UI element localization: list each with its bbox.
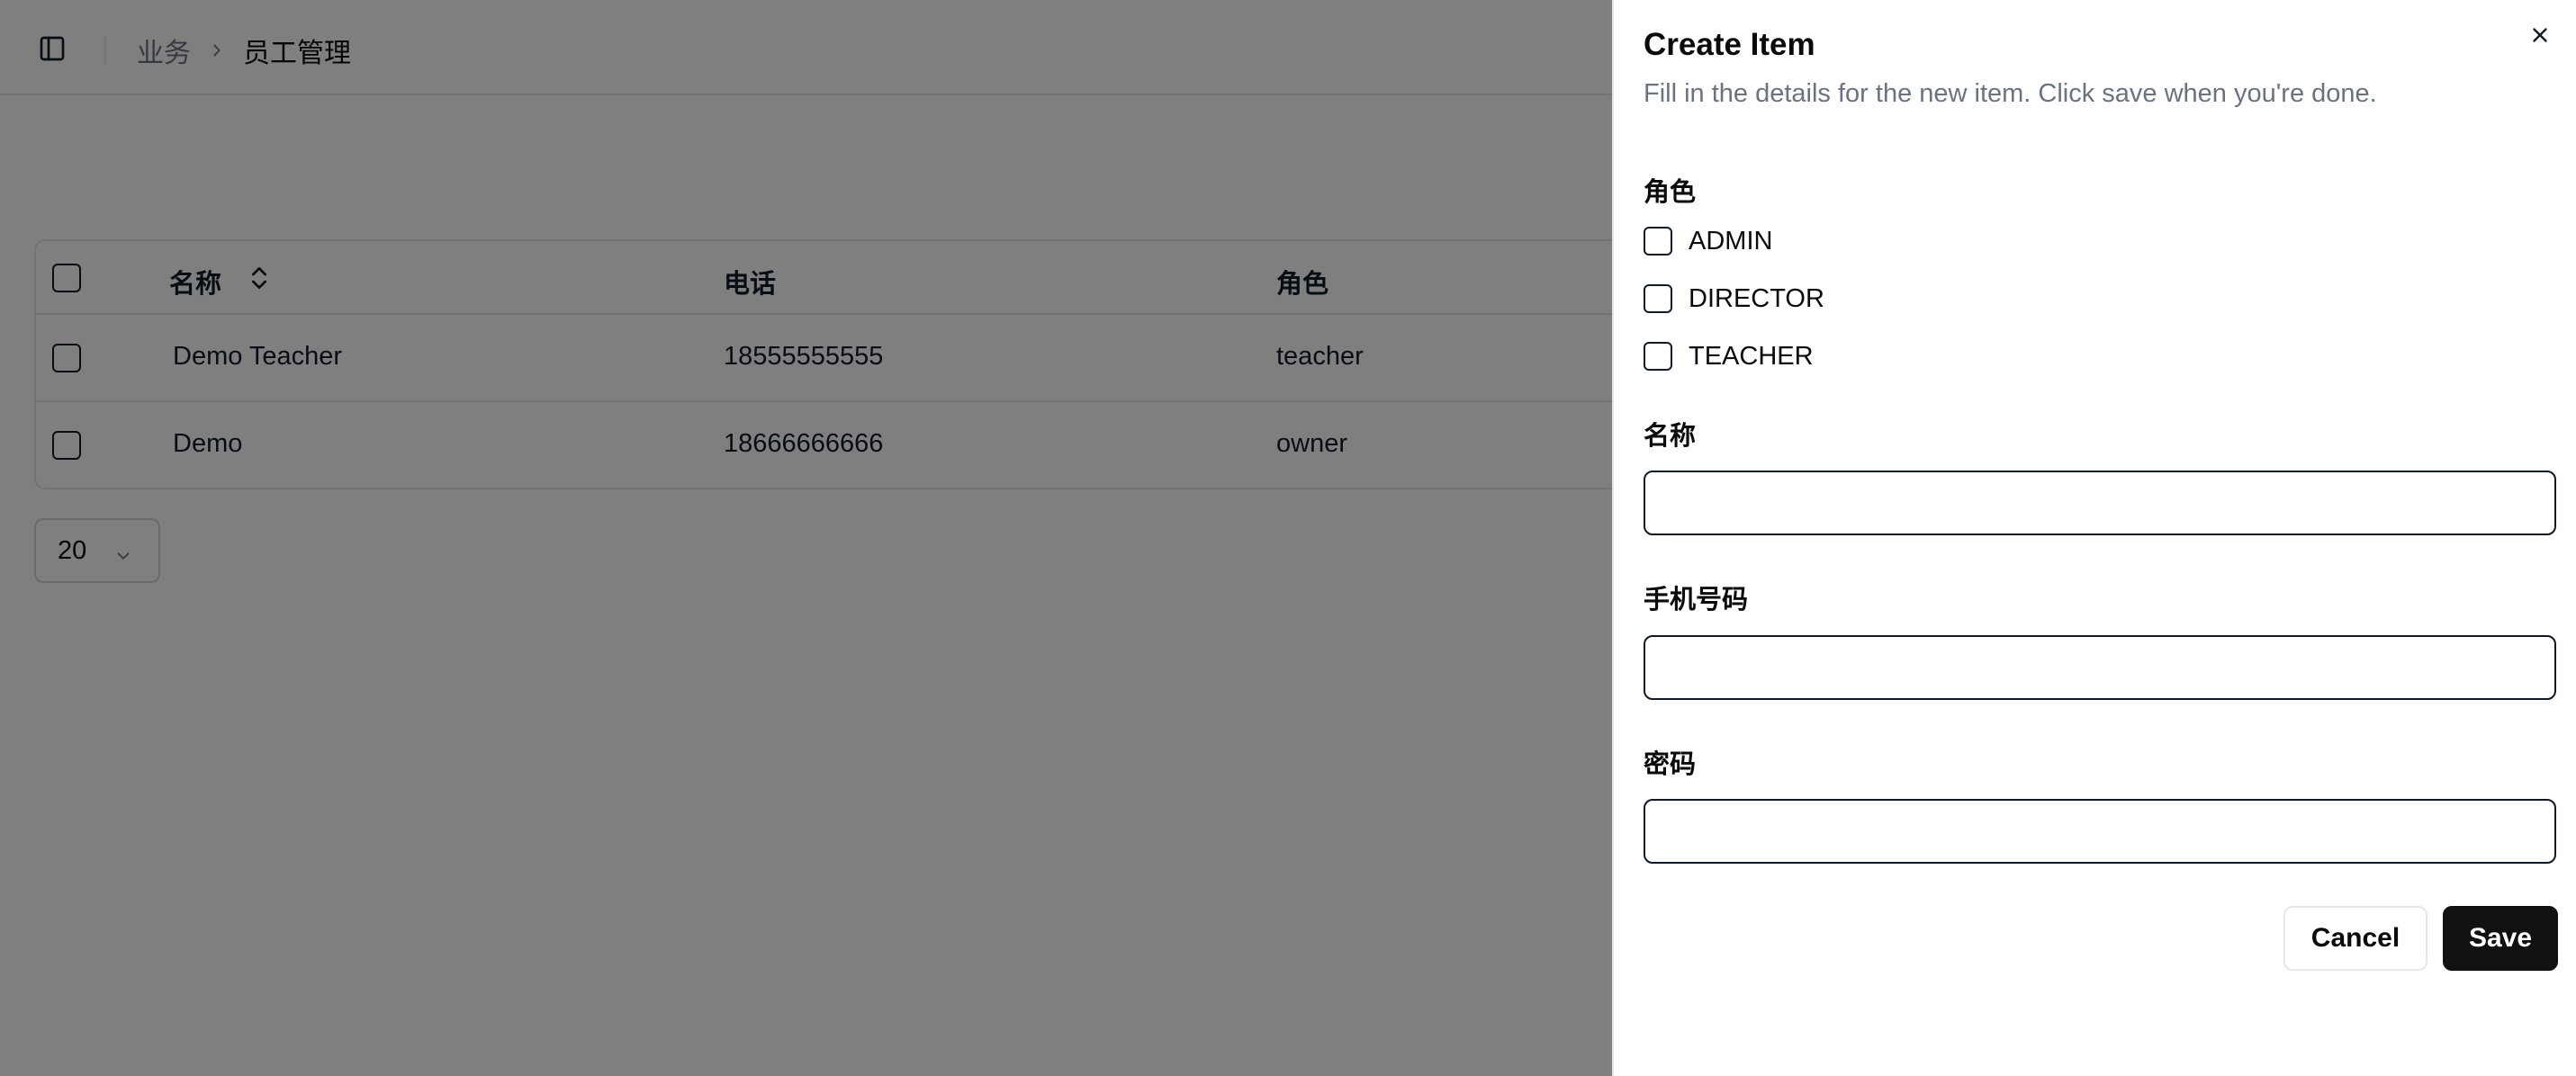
sheet-description: Fill in the details for the new item. Cl… [1644,79,2377,108]
role-teacher-checkbox[interactable] [1644,342,1672,371]
phone-input[interactable] [1644,635,2556,700]
close-icon [2528,23,2552,51]
close-button[interactable] [2525,22,2555,52]
role-teacher-label[interactable]: TEACHER [1689,342,1814,372]
name-input[interactable] [1644,471,2556,535]
role-admin-checkbox[interactable] [1644,227,1672,256]
role-label: 角色 [1644,178,1697,207]
app: 业务 员工管理 名称 电话 角色 Demo Teacher [0,0,2576,1076]
password-input[interactable] [1644,799,2556,864]
save-button[interactable]: Save [2443,906,2558,971]
cancel-button[interactable]: Cancel [2283,906,2427,971]
phone-label: 手机号码 [1644,586,1749,614]
password-label: 密码 [1644,750,1697,779]
role-admin-label[interactable]: ADMIN [1689,227,1772,256]
sheet-title: Create Item [1644,27,1815,62]
role-option-admin[interactable]: ADMIN [1644,223,1772,259]
role-director-checkbox[interactable] [1644,284,1672,313]
role-option-director[interactable]: DIRECTOR [1644,281,1824,317]
role-director-label[interactable]: DIRECTOR [1689,284,1824,314]
name-label: 名称 [1644,422,1697,451]
create-item-sheet: Create Item Fill in the details for the … [1612,0,2576,1076]
role-option-teacher[interactable]: TEACHER [1644,338,1814,374]
